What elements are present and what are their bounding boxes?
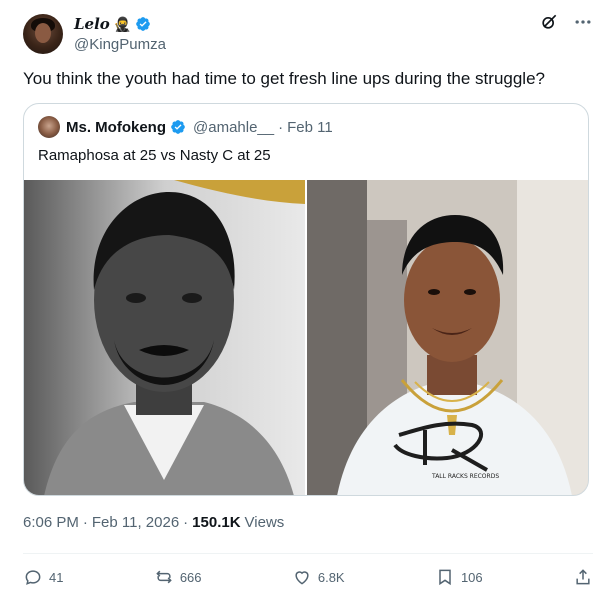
- like-button[interactable]: 6.8K: [292, 567, 345, 587]
- more-icon[interactable]: [573, 12, 593, 32]
- author-avatar[interactable]: [23, 14, 63, 54]
- tweet-card: Lelo 🥷 @KingPumza You think the youth ha…: [0, 0, 615, 599]
- bookmark-icon: [439, 569, 451, 586]
- tweet-time[interactable]: 6:06 PM: [23, 514, 79, 531]
- bookmark-count: 106: [460, 569, 483, 585]
- tweet-date[interactable]: Feb 11, 2026: [92, 514, 179, 531]
- quoted-media: TALL RACKS RECORDS: [24, 180, 588, 495]
- views-label: Views: [244, 514, 285, 531]
- author-display-name[interactable]: Lelo: [74, 15, 110, 33]
- divider: [23, 553, 593, 554]
- tweet-top-actions: [539, 12, 593, 32]
- heart-icon: [295, 571, 309, 585]
- quoted-author-name: Ms. Mofokeng: [66, 118, 166, 136]
- share-icon: [576, 569, 590, 585]
- quoted-author-handle: @amahle__: [193, 118, 275, 136]
- ramaphosa-photo[interactable]: [24, 180, 305, 495]
- grok-icon[interactable]: [539, 12, 559, 32]
- tweet-metadata: 6:06 PM · Feb 11, 2026 · 150.1K Views: [23, 514, 284, 531]
- reply-icon: [25, 570, 41, 585]
- bookmark-button[interactable]: 106: [435, 567, 483, 587]
- quoted-tweet-header: Ms. Mofokeng @amahle__ · Feb 11: [38, 116, 333, 138]
- tweet-text: You think the youth had time to get fres…: [23, 69, 545, 88]
- repost-button[interactable]: 666: [154, 567, 202, 587]
- nasty-c-photo[interactable]: TALL RACKS RECORDS: [307, 180, 588, 495]
- quoted-tweet-text: Ramaphosa at 25 vs Nasty C at 25: [38, 147, 271, 164]
- avatar-face: [35, 23, 51, 43]
- quoted-separator: ·: [278, 118, 284, 136]
- meta-separator: ·: [183, 514, 189, 531]
- views-count: 150.1K: [192, 514, 241, 531]
- quoted-tweet[interactable]: Ms. Mofokeng @amahle__ · Feb 11 Ramaphos…: [23, 103, 589, 496]
- quoted-date: Feb 11: [287, 118, 333, 136]
- like-count: 6.8K: [317, 569, 345, 585]
- reply-count: 41: [49, 569, 64, 585]
- ninja-emoji: 🥷: [113, 16, 132, 32]
- repost-count: 666: [179, 569, 202, 585]
- share-button[interactable]: [573, 567, 593, 587]
- tweet-actions-bar: 41 666 6.8K 106: [23, 565, 593, 589]
- shirt-logo-text: TALL RACKS RECORDS: [431, 473, 499, 480]
- meta-separator: ·: [82, 514, 88, 531]
- author-name-row: Lelo 🥷: [74, 14, 151, 34]
- author-handle[interactable]: @KingPumza: [74, 36, 166, 53]
- quoted-author-avatar: [38, 116, 60, 138]
- quoted-verified-badge-icon: [170, 119, 186, 135]
- reply-button[interactable]: 41: [23, 567, 63, 587]
- repost-icon: [156, 570, 172, 584]
- verified-badge-icon: [135, 16, 151, 32]
